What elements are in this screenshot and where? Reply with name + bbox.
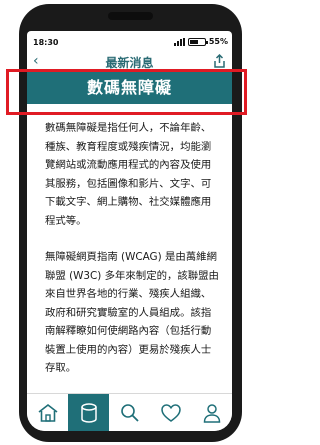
article-paragraph: 數碼無障礙是指任何人，不論年齡、種族、教育程度或殘疾情況，均能瀏覽網站或流動應用… <box>45 122 212 227</box>
status-time: 18:30 <box>33 38 59 47</box>
heart-icon <box>160 403 181 422</box>
tab-favorites[interactable] <box>150 394 191 431</box>
article-content: 數碼無障礙是指任何人，不論年齡、種族、教育程度或殘疾情況，均能瀏覽網站或流動應用… <box>45 119 220 396</box>
nav-bar: ‹ 最新消息 <box>27 53 232 70</box>
tab-database[interactable] <box>68 394 109 431</box>
battery-fill <box>189 39 198 44</box>
signal-icon <box>173 37 185 46</box>
user-icon <box>203 403 220 423</box>
search-icon <box>120 403 139 422</box>
highlight-box <box>6 69 247 115</box>
status-bar: 18:30 55% <box>27 31 232 53</box>
status-indicators: 55% <box>173 37 228 46</box>
battery-percent: 55% <box>208 37 228 46</box>
tab-search[interactable] <box>109 394 150 431</box>
tab-home[interactable] <box>27 394 68 431</box>
phone-notch <box>108 12 153 20</box>
database-icon <box>80 402 97 423</box>
battery-icon <box>187 37 208 46</box>
home-icon <box>38 403 57 422</box>
article-paragraph: 無障礙網頁指南 (WCAG) 是由萬維網聯盟 (W3C) 多年來制定的，該聯盟由… <box>45 251 219 374</box>
tab-profile[interactable] <box>191 394 232 431</box>
tab-bar <box>27 393 232 431</box>
